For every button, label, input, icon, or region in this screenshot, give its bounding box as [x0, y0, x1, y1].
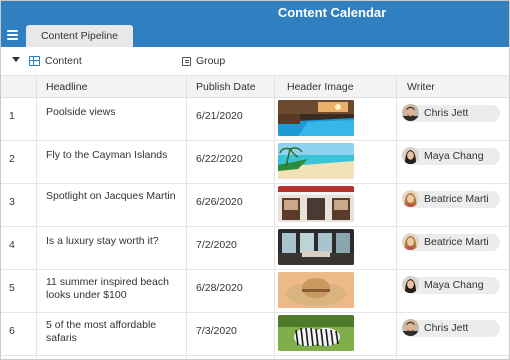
publish-date-cell[interactable]: 7/3/2020 [196, 325, 237, 337]
publish-date-cell[interactable]: 6/28/2020 [196, 282, 243, 294]
table-row[interactable]: 6 5 of the most affordable safaris 7/3/2… [1, 313, 509, 356]
view-switcher[interactable]: Content [45, 55, 82, 67]
avatar [402, 233, 419, 250]
group-button[interactable]: Group [196, 55, 225, 67]
headline-cell[interactable]: Poolside views [46, 106, 186, 119]
writer-name: Chris Jett [424, 107, 469, 119]
publish-date-cell[interactable]: 7/2/2020 [196, 239, 237, 251]
column-header-headline[interactable]: Headline [46, 81, 87, 93]
headline-cell[interactable]: Fly to the Cayman Islands [46, 149, 186, 162]
menu-icon[interactable] [7, 30, 18, 40]
table-row[interactable]: 1 Poolside views 6/21/2020 Chris Jett [1, 98, 509, 141]
app-title: Content Calendar [277, 5, 387, 20]
resort-pool-image[interactable] [278, 100, 354, 136]
avatar [402, 319, 419, 336]
avatar [402, 147, 419, 164]
column-divider [396, 76, 397, 358]
avatar [402, 276, 419, 293]
column-divider [274, 76, 275, 358]
top-bar: Content Calendar Content Pipeline [1, 1, 509, 47]
row-number: 2 [9, 153, 15, 165]
writer-chip[interactable]: Maya Chang [402, 148, 500, 165]
tab-content-pipeline[interactable]: Content Pipeline [26, 25, 133, 47]
publish-date-cell[interactable]: 6/22/2020 [196, 153, 243, 165]
row-number: 6 [9, 325, 15, 337]
group-icon [182, 57, 191, 66]
column-header-writer[interactable]: Writer [407, 81, 435, 93]
table-row[interactable]: 4 Is a luxury stay worth it? 7/2/2020 Be… [1, 227, 509, 270]
writer-name: Beatrice Marti [424, 236, 489, 248]
chevron-down-icon[interactable] [12, 57, 20, 62]
column-divider [186, 76, 187, 358]
grid-icon [29, 56, 40, 66]
zebras-image[interactable] [278, 315, 354, 351]
luxury-room-image[interactable] [278, 229, 354, 265]
headline-cell[interactable]: Spotlight on Jacques Martin [46, 190, 186, 203]
view-toolbar: Content Group [1, 47, 509, 76]
headline-cell[interactable]: 11 summer inspired beach looks under $10… [46, 276, 186, 302]
publish-date-cell[interactable]: 6/26/2020 [196, 196, 243, 208]
row-number: 4 [9, 239, 15, 251]
table-row[interactable]: 2 Fly to the Cayman Islands 6/22/2020 Ma… [1, 141, 509, 184]
table-row[interactable]: 5 11 summer inspired beach looks under $… [1, 270, 509, 313]
column-header-publish-date[interactable]: Publish Date [196, 81, 256, 93]
sun-hat-image[interactable] [278, 272, 354, 308]
row-number: 1 [9, 110, 15, 122]
column-divider [36, 76, 37, 358]
avatar [402, 104, 419, 121]
row-number: 5 [9, 282, 15, 294]
writer-name: Chris Jett [424, 322, 469, 334]
publish-date-cell[interactable]: 6/21/2020 [196, 110, 243, 122]
storefront-image[interactable] [278, 186, 354, 222]
row-number: 3 [9, 196, 15, 208]
writer-chip[interactable]: Beatrice Marti [402, 234, 500, 251]
table-row[interactable]: 3 Spotlight on Jacques Martin 6/26/2020 … [1, 184, 509, 227]
beach-image[interactable] [278, 143, 354, 179]
writer-name: Maya Chang [424, 279, 484, 291]
writer-name: Maya Chang [424, 150, 484, 162]
writer-chip[interactable]: Chris Jett [402, 105, 500, 122]
app-window: Content Calendar Content Pipeline Conten… [0, 0, 510, 360]
writer-name: Beatrice Marti [424, 193, 489, 205]
writer-chip[interactable]: Beatrice Marti [402, 191, 500, 208]
grid-header: Headline Publish Date Header Image Write… [1, 76, 509, 98]
column-header-header-image[interactable]: Header Image [287, 81, 354, 93]
writer-chip[interactable]: Chris Jett [402, 320, 500, 337]
writer-chip[interactable]: Maya Chang [402, 277, 500, 294]
headline-cell[interactable]: 5 of the most affordable safaris [46, 319, 186, 345]
avatar [402, 190, 419, 207]
headline-cell[interactable]: Is a luxury stay worth it? [46, 235, 186, 248]
